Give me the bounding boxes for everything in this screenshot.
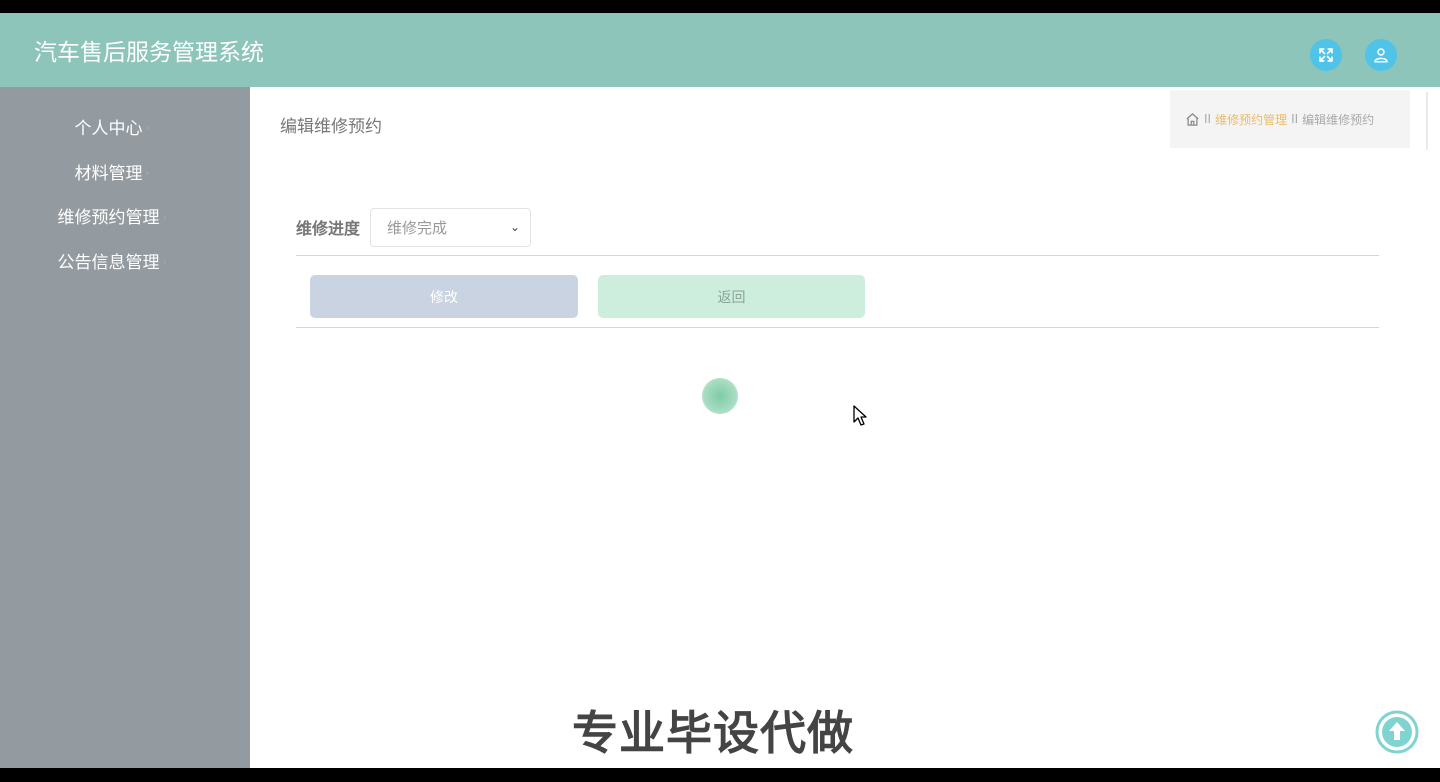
fullscreen-button[interactable] <box>1310 39 1342 71</box>
sidebar-item-label: 材料管理 <box>74 164 143 184</box>
sidebar-item-notice-management[interactable]: 公告信息管理 › <box>0 251 224 275</box>
breadcrumb-link-repair-appointment[interactable]: 维修预约管理 <box>1215 111 1287 128</box>
repair-progress-select[interactable]: 维修完成 ⌄ <box>370 207 532 247</box>
page-title: 编辑维修预约 <box>280 117 382 137</box>
back-to-top-icon[interactable] <box>1374 709 1420 755</box>
chevron-right-icon: › <box>145 123 150 134</box>
main-content: 编辑维修预约 II 维修预约管理 II 编辑维修预约 维修进度 维修完成 ⌄ 修… <box>250 87 1440 768</box>
scrollbar[interactable] <box>1426 92 1428 150</box>
mouse-cursor-icon <box>853 405 867 426</box>
watermark-overlay-text: 专业毕设代做 <box>572 706 854 760</box>
chevron-down-icon: ⌄ <box>509 220 521 234</box>
chevron-right-icon: › <box>162 257 167 268</box>
sidebar: 个人中心 › 材料管理 › 维修预约管理 › 公告信息管理 › <box>0 87 250 768</box>
user-icon <box>1374 48 1388 63</box>
form-divider <box>296 255 1379 256</box>
screen-frame: 汽车售后服务管理系统 个人中心 › 材料管理 › 维修预约管理 › 公告信息管理… <box>0 0 1440 782</box>
chevron-right-icon: › <box>145 168 150 179</box>
home-icon[interactable] <box>1185 112 1200 127</box>
user-button[interactable] <box>1365 39 1397 71</box>
top-header: 汽车售后服务管理系统 <box>0 13 1440 87</box>
repair-progress-label: 维修进度 <box>296 219 361 238</box>
breadcrumb-current: 编辑维修预约 <box>1302 112 1375 127</box>
sidebar-item-personal-center[interactable]: 个人中心 › <box>0 117 224 141</box>
back-button[interactable]: 返回 <box>598 275 865 318</box>
form-divider <box>296 327 1379 328</box>
fullscreen-icon <box>1319 48 1333 62</box>
loading-spinner <box>702 378 738 414</box>
breadcrumb-separator: II <box>1204 112 1212 126</box>
edit-button[interactable]: 修改 <box>310 275 578 318</box>
sidebar-item-label: 维修预约管理 <box>57 208 160 228</box>
repair-progress-value: 维修完成 <box>387 218 448 237</box>
app-title: 汽车售后服务管理系统 <box>34 40 264 66</box>
breadcrumb-separator: II <box>1291 112 1299 126</box>
repair-progress-row: 维修进度 维修完成 ⌄ <box>296 207 532 247</box>
app-window: 汽车售后服务管理系统 个人中心 › 材料管理 › 维修预约管理 › 公告信息管理… <box>0 13 1440 768</box>
sidebar-item-label: 个人中心 <box>74 119 143 139</box>
breadcrumb: II 维修预约管理 II 编辑维修预约 <box>1170 90 1410 148</box>
sidebar-item-material-management[interactable]: 材料管理 › <box>0 162 224 186</box>
chevron-right-icon: › <box>162 212 167 223</box>
sidebar-item-label: 公告信息管理 <box>57 253 160 273</box>
sidebar-item-repair-appointment-management[interactable]: 维修预约管理 › <box>0 206 224 230</box>
